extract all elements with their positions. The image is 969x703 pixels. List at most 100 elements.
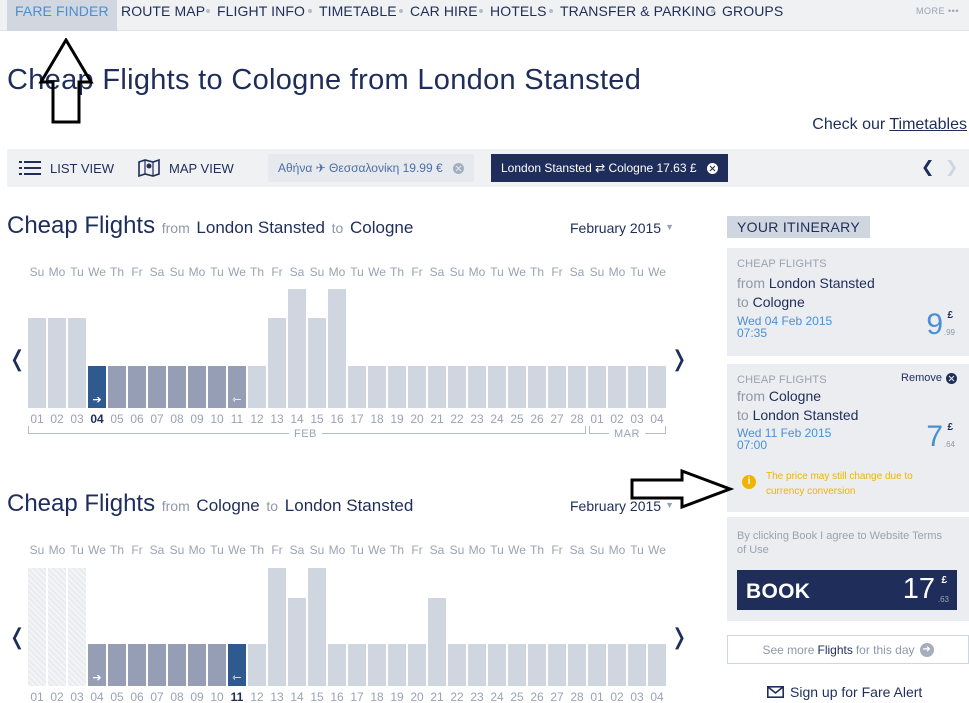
fare-bar[interactable]: [28, 318, 46, 408]
fare-bar[interactable]: [248, 644, 266, 686]
fare-bar[interactable]: [108, 366, 126, 408]
weekday-label: We: [88, 543, 106, 557]
fare-bar[interactable]: [128, 644, 146, 686]
weekday-label: Mo: [48, 543, 66, 557]
fare-bar[interactable]: [48, 318, 66, 408]
fare-bar[interactable]: [208, 366, 226, 408]
fare-alert-link[interactable]: Sign up for Fare Alert: [767, 684, 922, 700]
fare-bar[interactable]: [488, 644, 506, 686]
fare-bar[interactable]: [408, 644, 426, 686]
fare-bar[interactable]: [168, 366, 186, 408]
fare-bar[interactable]: [628, 366, 646, 408]
fare-bar[interactable]: [388, 644, 406, 686]
search-chip-athens[interactable]: Αθήνα ✈ Θεσσαλονίκη 19.99 €: [268, 154, 474, 182]
fare-bar[interactable]: [328, 289, 346, 408]
book-button[interactable]: BOOK 17 £ .63: [737, 570, 957, 610]
fare-bar[interactable]: [308, 568, 326, 686]
fare-bar[interactable]: [528, 644, 546, 686]
fare-bar[interactable]: [448, 366, 466, 408]
remove-button[interactable]: Remove: [901, 372, 957, 384]
fare-bar[interactable]: ➔: [88, 366, 106, 408]
fare-bar[interactable]: [448, 644, 466, 686]
fare-bar[interactable]: [188, 366, 206, 408]
fare-bar[interactable]: [548, 366, 566, 408]
nav-flight-info[interactable]: FLIGHT INFO: [217, 0, 305, 31]
nav-car-hire[interactable]: CAR HIRE: [410, 0, 478, 31]
fare-bar[interactable]: [288, 289, 306, 408]
nav-transfer-parking[interactable]: TRANSFER & PARKING: [560, 0, 716, 31]
terms-text: By clicking Book I agree to Website Term…: [737, 530, 943, 556]
fare-bar[interactable]: [168, 644, 186, 686]
nav-timetable[interactable]: TIMETABLE: [319, 0, 397, 31]
fare-bar[interactable]: [68, 318, 86, 408]
fare-bar[interactable]: [468, 644, 486, 686]
fare-bar[interactable]: [588, 644, 606, 686]
outbound-month-select[interactable]: February 2015 ▼: [570, 220, 674, 236]
fare-bar[interactable]: [508, 644, 526, 686]
fare-bar[interactable]: [488, 366, 506, 408]
fare-bar[interactable]: [248, 366, 266, 408]
nav-groups[interactable]: GROUPS: [722, 0, 783, 31]
fare-bar[interactable]: [128, 366, 146, 408]
fare-bar[interactable]: [648, 644, 666, 686]
fare-bar[interactable]: [368, 366, 386, 408]
close-icon[interactable]: [452, 162, 464, 174]
fare-bar[interactable]: [288, 598, 306, 686]
see-more-flights-button[interactable]: See more Flights for this day ➜: [727, 635, 969, 664]
fare-bar[interactable]: [648, 366, 666, 408]
day-number: 18: [370, 412, 384, 426]
fare-bar[interactable]: [428, 598, 446, 686]
map-view-button[interactable]: MAP VIEW: [138, 149, 234, 187]
list-view-button[interactable]: LIST VIEW: [19, 149, 114, 187]
fare-bar[interactable]: [268, 318, 286, 408]
chevron-right-icon[interactable]: ❭: [670, 624, 688, 650]
fare-bar[interactable]: [188, 644, 206, 686]
fare-bar[interactable]: ⇽: [228, 644, 246, 686]
fare-bar[interactable]: ⇽: [228, 366, 246, 408]
fare-bar[interactable]: [308, 318, 326, 408]
day-number: 01: [590, 412, 604, 426]
fare-bar[interactable]: [68, 568, 86, 686]
nav-fare-finder[interactable]: FARE FINDER: [7, 0, 117, 31]
fare-bar[interactable]: [608, 366, 626, 408]
nav-separator: [711, 9, 715, 13]
weekday-label: We: [508, 265, 526, 279]
fare-bar[interactable]: [28, 568, 46, 686]
chevron-right-icon[interactable]: ❭: [670, 346, 688, 372]
fare-bar[interactable]: [548, 644, 566, 686]
fare-bar[interactable]: [328, 644, 346, 686]
fare-bar[interactable]: [568, 366, 586, 408]
fare-bar[interactable]: [468, 366, 486, 408]
fare-bar[interactable]: [148, 644, 166, 686]
day-number: 11: [230, 412, 244, 426]
chevron-left-icon[interactable]: ❮: [921, 159, 934, 177]
timetables-link[interactable]: Timetables: [889, 116, 967, 133]
chevron-right-icon[interactable]: ❯: [945, 159, 958, 177]
fare-bar[interactable]: [408, 366, 426, 408]
nav-route-map[interactable]: ROUTE MAP: [121, 0, 205, 31]
fare-bar[interactable]: [208, 644, 226, 686]
fare-bar[interactable]: [588, 366, 606, 408]
fare-bar[interactable]: [388, 366, 406, 408]
chevron-left-icon[interactable]: ❬: [8, 346, 26, 372]
fare-bar[interactable]: [48, 568, 66, 686]
close-icon[interactable]: [706, 162, 718, 174]
search-chip-stansted-cologne[interactable]: London Stansted ⇄ Cologne 17.63 £: [491, 154, 728, 182]
fare-bar[interactable]: [608, 644, 626, 686]
fare-bar[interactable]: ➔: [88, 644, 106, 686]
fare-bar[interactable]: [628, 644, 646, 686]
fare-bar[interactable]: [368, 644, 386, 686]
fare-bar[interactable]: [108, 644, 126, 686]
chevron-left-icon[interactable]: ❬: [8, 624, 26, 650]
fare-bar[interactable]: [428, 366, 446, 408]
fare-bar[interactable]: [568, 644, 586, 686]
fare-bar[interactable]: [148, 366, 166, 408]
fare-bar[interactable]: [348, 366, 366, 408]
fare-bar[interactable]: [528, 366, 546, 408]
fare-bar[interactable]: [508, 366, 526, 408]
nav-more[interactable]: MORE •••: [916, 0, 959, 22]
nav-hotels[interactable]: HOTELS: [490, 0, 547, 31]
leg-from: from London Stansted: [737, 275, 875, 291]
fare-bar[interactable]: [268, 568, 286, 686]
fare-bar[interactable]: [348, 644, 366, 686]
